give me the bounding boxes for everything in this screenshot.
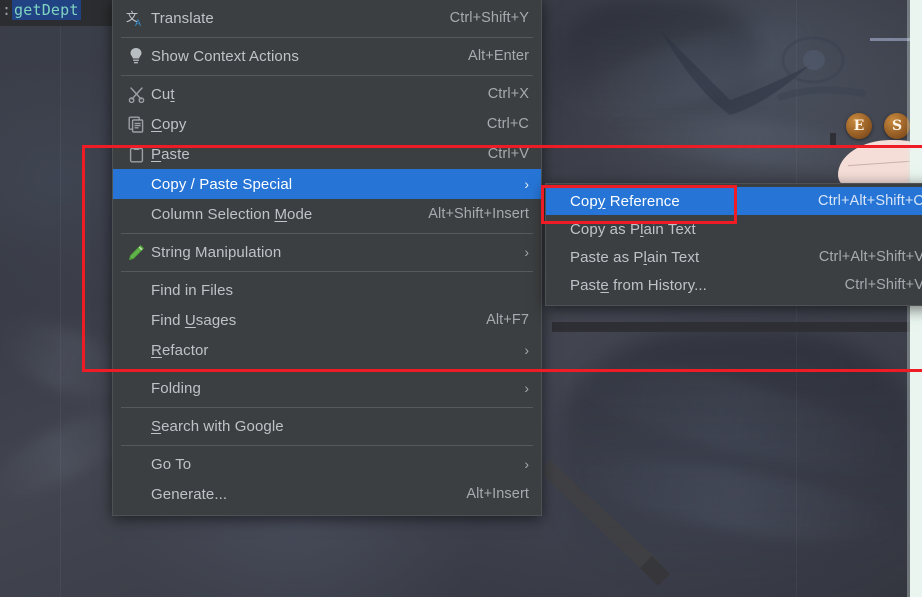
chevron-right-icon: › <box>524 342 529 358</box>
menu-item-string-manipulation[interactable]: String Manipulation › <box>113 237 541 267</box>
menu-item-refactor[interactable]: Refactor › <box>113 335 541 365</box>
submenu-item-shortcut: Ctrl+Shift+V <box>844 277 922 293</box>
copy-icon <box>123 114 149 134</box>
menu-item-search-with-google[interactable]: Search with Google <box>113 411 541 441</box>
chevron-right-icon: › <box>524 244 529 260</box>
menu-item-copy-paste-special[interactable]: Copy / Paste Special › <box>113 169 541 199</box>
badge-e-letter: E <box>853 118 865 134</box>
editor-context-menu[interactable]: 文 A Translate Ctrl+Shift+Y Show Context Acti… <box>112 0 542 516</box>
submenu-item-copy-reference[interactable]: Copy Reference Ctrl+Alt+Shift+C <box>546 187 922 215</box>
menu-item-label: Find in Files <box>151 281 234 299</box>
menu-item-go-to[interactable]: Go To › <box>113 449 541 479</box>
menu-item-label: Go To <box>151 455 192 473</box>
menu-item-shortcut: Ctrl+Shift+Y <box>449 10 529 26</box>
clipboard-icon <box>123 144 149 164</box>
submenu-item-copy-as-plain-text[interactable]: Copy as Plain Text <box>546 215 922 243</box>
submenu-item-label: Copy Reference <box>570 192 680 210</box>
lightbulb-icon <box>123 46 149 66</box>
copy-paste-special-submenu[interactable]: Copy Reference Ctrl+Alt+Shift+C Copy as Pl… <box>545 183 922 306</box>
menu-item-show-context-actions[interactable]: Show Context Actions Alt+Enter <box>113 41 541 71</box>
badge-e: E <box>846 113 872 139</box>
menu-item-icon-none <box>123 310 149 330</box>
menu-item-label: Find Usages <box>151 311 237 329</box>
menu-item-icon-none <box>123 484 149 504</box>
menu-item-icon-none <box>123 378 149 398</box>
menu-item-label: Translate <box>151 9 214 27</box>
menu-item-icon-none <box>123 416 149 436</box>
menu-item-shortcut: Alt+Enter <box>468 48 529 64</box>
svg-text:A: A <box>135 18 141 27</box>
code-selected-token[interactable]: getDept <box>12 0 81 20</box>
menu-separator <box>121 233 533 234</box>
scissors-icon <box>123 84 149 104</box>
wallpaper-blade-shape <box>540 460 670 586</box>
menu-item-shortcut: Ctrl+V <box>487 146 529 162</box>
menu-item-icon-none <box>123 204 149 224</box>
menu-item-find-usages[interactable]: Find Usages Alt+F7 <box>113 305 541 335</box>
menu-item-label: Generate... <box>151 485 228 503</box>
menu-item-label: Column Selection Mode <box>151 205 313 223</box>
menu-item-label: Folding <box>151 379 201 397</box>
chevron-right-icon: › <box>524 176 529 192</box>
menu-item-translate[interactable]: 文 A Translate Ctrl+Shift+Y <box>113 3 541 33</box>
menu-separator <box>121 37 533 38</box>
menu-separator <box>121 445 533 446</box>
menu-item-copy[interactable]: Copy Ctrl+C <box>113 109 541 139</box>
submenu-item-paste-from-history[interactable]: Paste from History... Ctrl+Shift+V <box>546 271 922 299</box>
menu-separator <box>121 407 533 408</box>
code-gutter-char: : <box>2 1 12 19</box>
menu-item-label: Copy <box>151 115 187 133</box>
menu-item-shortcut: Alt+Insert <box>466 486 529 502</box>
menu-item-shortcut: Alt+Shift+Insert <box>428 206 529 222</box>
pencil-icon <box>123 242 149 262</box>
screenshot-root: E S : getDept 文 A Translate Ctrl+Shift+Y Sho… <box>0 0 922 597</box>
menu-item-icon-none <box>123 174 149 194</box>
menu-item-icon-none <box>123 280 149 300</box>
badge-s-letter: S <box>891 118 903 134</box>
submenu-item-shortcut: Ctrl+Alt+Shift+C <box>818 193 922 209</box>
menu-item-shortcut: Alt+F7 <box>486 312 529 328</box>
chevron-right-icon: › <box>524 456 529 472</box>
menu-item-label: String Manipulation <box>151 243 282 261</box>
menu-item-icon-none <box>123 340 149 360</box>
menu-item-label: Show Context Actions <box>151 47 299 65</box>
menu-item-icon-none <box>123 454 149 474</box>
menu-item-shortcut: Ctrl+C <box>486 116 529 132</box>
menu-item-find-in-files[interactable]: Find in Files <box>113 275 541 305</box>
menu-separator <box>121 75 533 76</box>
wallpaper-bar <box>552 322 922 332</box>
menu-separator <box>121 369 533 370</box>
menu-item-label: Refactor <box>151 341 209 359</box>
menu-item-label: Search with Google <box>151 417 284 435</box>
menu-item-label: Copy / Paste Special <box>151 175 293 193</box>
menu-item-folding[interactable]: Folding › <box>113 373 541 403</box>
wallpaper-seam <box>60 0 61 597</box>
menu-item-paste[interactable]: Paste Ctrl+V <box>113 139 541 169</box>
submenu-item-label: Paste as Plain Text <box>570 248 700 266</box>
menu-item-label: Cut <box>151 85 175 103</box>
chevron-right-icon: › <box>524 380 529 396</box>
submenu-item-label: Copy as Plain Text <box>570 220 696 238</box>
submenu-item-paste-as-plain-text[interactable]: Paste as Plain Text Ctrl+Alt+Shift+V <box>546 243 922 271</box>
menu-item-shortcut: Ctrl+X <box>487 86 529 102</box>
menu-item-column-selection-mode[interactable]: Column Selection Mode Alt+Shift+Insert <box>113 199 541 229</box>
menu-item-label: Paste <box>151 145 190 163</box>
wallpaper-bar <box>830 133 836 147</box>
translate-icon: 文A <box>123 8 149 28</box>
menu-separator <box>121 271 533 272</box>
submenu-item-label: Paste from History... <box>570 276 707 294</box>
menu-item-cut[interactable]: Cut Ctrl+X <box>113 79 541 109</box>
submenu-item-shortcut: Ctrl+Alt+Shift+V <box>818 249 922 265</box>
menu-item-generate[interactable]: Generate... Alt+Insert <box>113 479 541 509</box>
